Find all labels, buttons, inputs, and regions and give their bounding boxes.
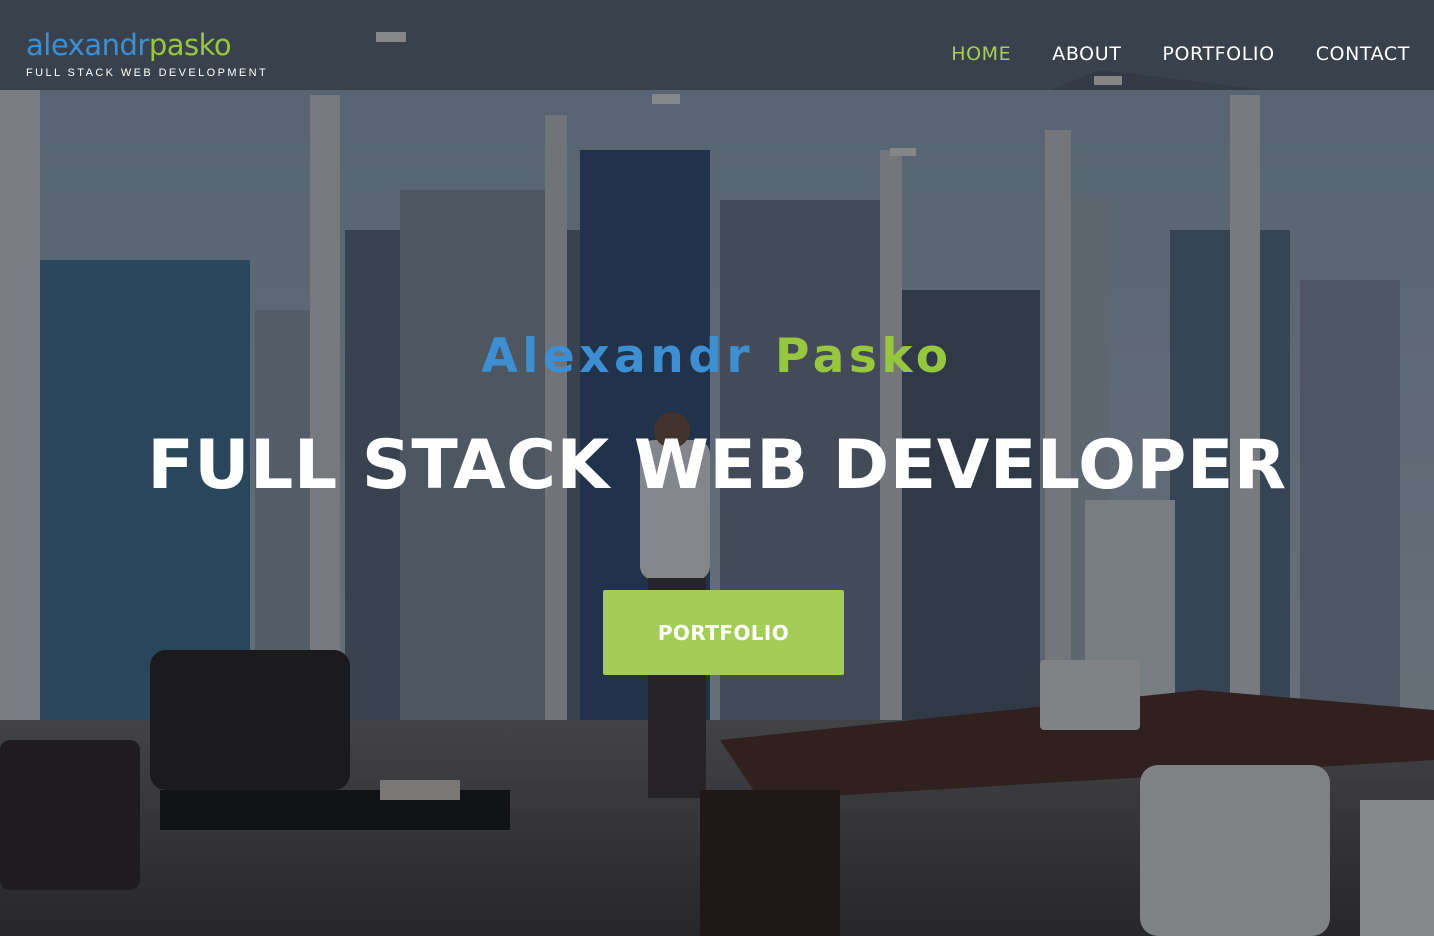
logo-wordmark: alexandrpasko: [26, 28, 266, 62]
hero-section: alexandrpasko FULL STACK WEB DEVELOPMENT…: [0, 0, 1434, 936]
main-nav: HOME ABOUT PORTFOLIO CONTACT: [951, 40, 1410, 68]
logo-word-second: pasko: [148, 28, 232, 62]
nav-home[interactable]: HOME: [951, 40, 1011, 68]
hero-title: FULL STACK WEB DEVELOPER: [147, 426, 1287, 505]
nav-about[interactable]: ABOUT: [1052, 40, 1121, 68]
hero-first-name: Alexandr: [481, 329, 755, 384]
site-logo[interactable]: alexandrpasko FULL STACK WEB DEVELOPMENT: [26, 28, 266, 79]
nav-contact[interactable]: CONTACT: [1316, 40, 1410, 68]
portfolio-button[interactable]: PORTFOLIO: [603, 590, 844, 675]
hero-name: Alexandr Pasko: [0, 326, 1434, 388]
hero-last-name: Pasko: [774, 329, 953, 384]
logo-word-first: alexandr: [26, 28, 149, 62]
nav-portfolio[interactable]: PORTFOLIO: [1162, 40, 1274, 68]
logo-tagline: FULL STACK WEB DEVELOPMENT: [26, 67, 269, 79]
